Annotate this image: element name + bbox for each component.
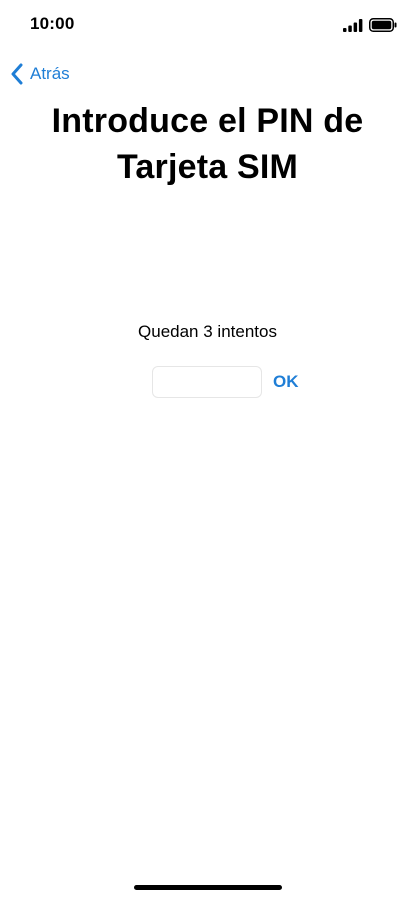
back-button[interactable]: Atrás	[10, 60, 70, 88]
status-icons	[343, 16, 397, 34]
signal-icon	[343, 18, 363, 32]
attempts-remaining-text: Quedan 3 intentos	[138, 322, 277, 341]
status-bar: 10:00	[0, 0, 415, 52]
ok-button[interactable]: OK	[273, 372, 299, 392]
chevron-left-icon	[10, 63, 24, 85]
page-title: Introduce el PIN de Tarjeta SIM	[51, 102, 364, 186]
home-indicator[interactable]	[134, 885, 282, 890]
sim-pin-input[interactable]	[152, 366, 262, 398]
status-time: 10:00	[30, 14, 75, 33]
battery-icon	[369, 18, 397, 32]
back-label: Atrás	[30, 64, 70, 83]
